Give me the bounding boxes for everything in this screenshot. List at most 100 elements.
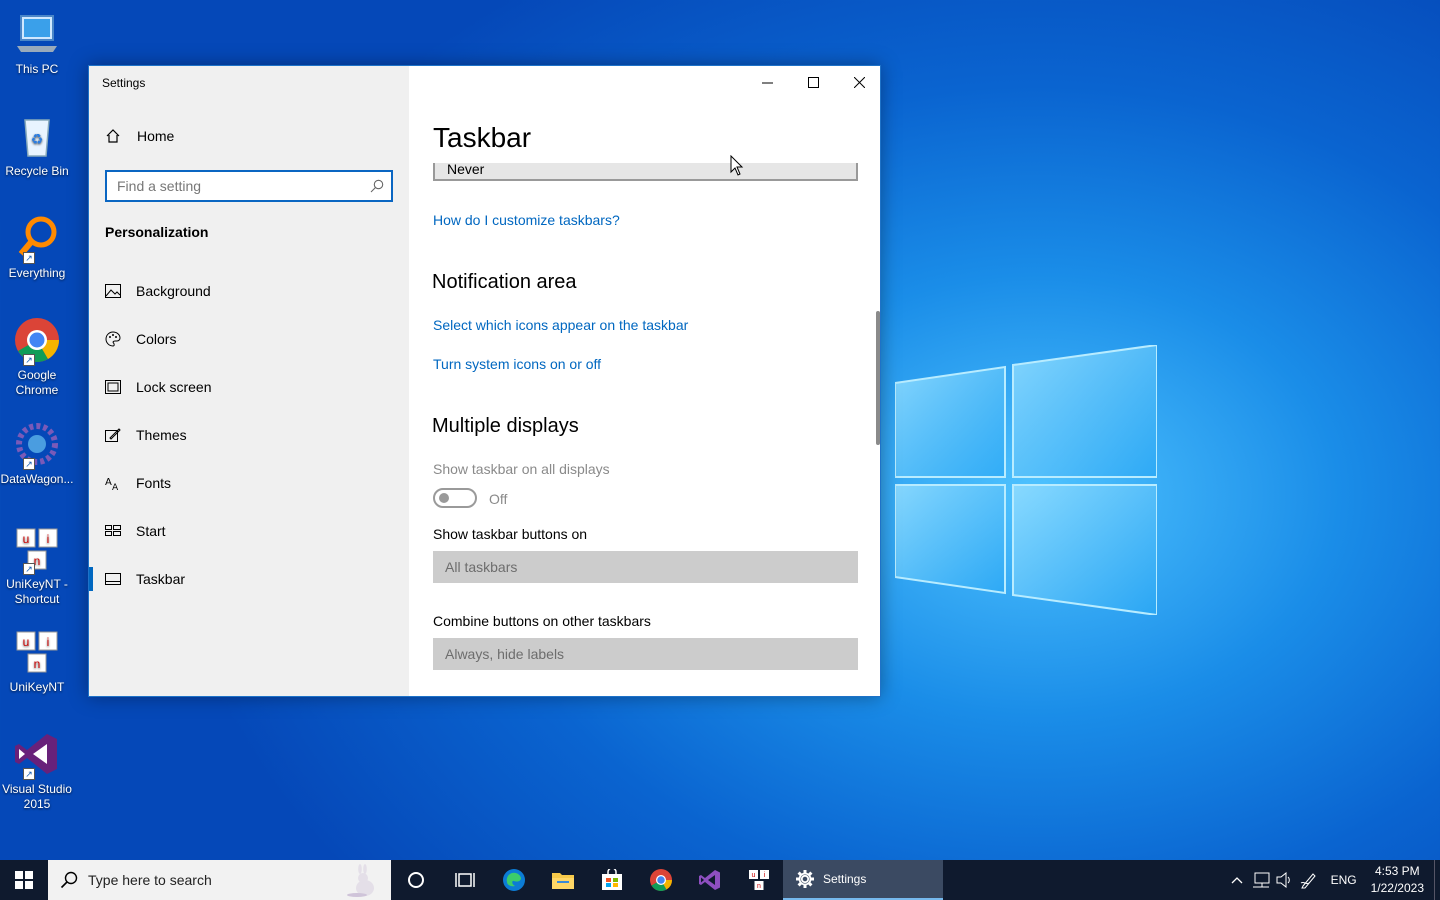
sidebar-item-start[interactable]: Start	[89, 511, 409, 551]
volume-button[interactable]	[1273, 872, 1297, 888]
network-button[interactable]	[1249, 872, 1273, 888]
system-tray: ENG 4:53 PM 1/22/2023	[1225, 860, 1440, 900]
show-buttons-on-label: Show taskbar buttons on	[433, 526, 588, 542]
unikey-icon: uin	[748, 870, 769, 890]
minimize-icon	[761, 82, 773, 83]
taskbar-file-explorer[interactable]	[538, 860, 587, 900]
sidebar-item-fonts[interactable]: AA Fonts	[89, 463, 409, 503]
shortcut-arrow-icon: ↗	[23, 458, 35, 470]
sidebar-item-themes[interactable]: Themes	[89, 415, 409, 455]
settings-sidebar: Settings Home Personalization Background…	[89, 66, 409, 696]
show-buttons-on-dropdown[interactable]: All taskbars	[433, 551, 858, 583]
task-view-button[interactable]	[440, 860, 489, 900]
svg-text:i: i	[47, 532, 50, 546]
taskbar-chrome[interactable]	[636, 860, 685, 900]
chevron-up-icon	[1231, 877, 1243, 884]
folder-icon	[551, 873, 574, 889]
show-hidden-icons-button[interactable]	[1225, 876, 1249, 884]
sidebar-item-lock-screen[interactable]: Lock screen	[89, 367, 409, 407]
desktop-icon-everything[interactable]: ↗ Everything	[0, 214, 74, 281]
desktop-icon-chrome[interactable]: ↗ Google Chrome	[0, 316, 74, 398]
recycle-bin-icon: ♻	[13, 112, 61, 160]
desktop-icon-label: Visual Studio 2015	[2, 782, 72, 811]
desktop-icon-label: UniKeyNT - Shortcut	[6, 577, 68, 606]
customize-taskbars-link[interactable]: How do I customize taskbars?	[433, 212, 620, 228]
show-buttons-on-value: All taskbars	[445, 559, 518, 575]
sidebar-item-colors[interactable]: Colors	[89, 319, 409, 359]
pen-workspace-button[interactable]	[1297, 871, 1321, 889]
speaker-icon	[1276, 872, 1290, 888]
settings-content: Taskbar Never How do I customize taskbar…	[409, 66, 880, 696]
desktop-icon-visual-studio[interactable]: ↗ Visual Studio 2015	[0, 730, 74, 812]
store-icon	[601, 869, 622, 890]
cortana-button[interactable]	[391, 860, 440, 900]
svg-text:n: n	[757, 883, 761, 890]
sidebar-home[interactable]: Home	[105, 128, 174, 144]
sidebar-item-label: Background	[136, 283, 211, 299]
sidebar-item-label: Themes	[136, 427, 187, 443]
windows-start-icon	[15, 871, 33, 889]
taskbar-search-input[interactable]	[88, 872, 328, 888]
clock-date: 1/22/2023	[1370, 881, 1424, 895]
maximize-button[interactable]	[790, 66, 836, 98]
desktop-icon-recycle-bin[interactable]: ♻ Recycle Bin	[0, 112, 74, 179]
find-setting-input[interactable]	[107, 172, 363, 200]
sidebar-item-background[interactable]: Background	[89, 271, 409, 311]
settings-scroll-area[interactable]: Never How do I customize taskbars? Notif…	[409, 163, 880, 696]
taskbar: uin Settings ENG 4:53 PM	[0, 860, 1440, 900]
sidebar-item-label: Start	[136, 523, 166, 539]
svg-text:u: u	[23, 635, 30, 649]
unikey-icon: uin ↗	[13, 525, 61, 575]
page-title: Taskbar	[433, 122, 532, 153]
combine-buttons-label: Combine buttons on other taskbars	[433, 613, 651, 629]
shortcut-arrow-icon: ↗	[23, 252, 35, 264]
combine-buttons-dropdown[interactable]: Always, hide labels	[433, 638, 858, 670]
close-button[interactable]	[836, 66, 880, 98]
sidebar-item-taskbar[interactable]: Taskbar	[89, 559, 409, 599]
desktop-icon-label: DataWagon...	[0, 472, 74, 486]
desktop-icon-label: Everything	[8, 266, 66, 280]
desktop-icon-datawagon[interactable]: ↗ DataWagon...	[0, 420, 74, 487]
find-setting-box[interactable]	[105, 170, 393, 202]
show-desktop-button[interactable]	[1434, 860, 1440, 900]
pen-icon	[1300, 873, 1316, 889]
start-button[interactable]	[0, 860, 48, 900]
chrome-icon: ↗	[13, 316, 61, 366]
system-icons-link[interactable]: Turn system icons on or off	[433, 356, 601, 372]
unikey-icon: uin	[13, 628, 61, 676]
network-icon	[1252, 872, 1270, 888]
show-all-displays-state: Off	[489, 491, 508, 507]
taskbar-visual-studio[interactable]	[685, 860, 734, 900]
taskbar-search[interactable]	[48, 860, 391, 900]
scrollbar-thumb[interactable]	[876, 311, 880, 445]
taskbar-settings-app[interactable]: Settings	[783, 860, 943, 900]
select-icons-link[interactable]: Select which icons appear on the taskbar	[433, 317, 688, 333]
maximize-icon	[807, 76, 819, 88]
fonts-icon: AA	[105, 475, 121, 491]
desktop-icon-this-pc[interactable]: This PC	[0, 10, 74, 77]
svg-text:♻: ♻	[31, 131, 44, 147]
desktop-icon-unikey[interactable]: u in UniKeyNT	[0, 628, 74, 695]
sidebar-home-label: Home	[137, 128, 175, 144]
svg-text:u: u	[23, 532, 30, 546]
picture-icon	[105, 283, 121, 299]
taskbar-unikey[interactable]: uin	[734, 860, 783, 900]
desktop-icon-unikey-shortcut[interactable]: uin ↗ UniKeyNT - Shortcut	[0, 525, 74, 607]
minimize-button[interactable]	[744, 66, 790, 98]
shortcut-arrow-icon: ↗	[23, 768, 35, 780]
cortana-icon	[407, 872, 424, 888]
taskbar-settings-label: Settings	[823, 872, 867, 886]
clock-time: 4:53 PM	[1374, 864, 1420, 878]
show-all-displays-toggle[interactable]	[433, 488, 477, 508]
top-dropdown[interactable]: Never	[433, 163, 858, 181]
mouse-cursor-icon	[730, 155, 744, 176]
gear-icon	[796, 870, 814, 888]
taskbar-edge[interactable]	[489, 860, 538, 900]
sidebar-item-label: Colors	[136, 331, 177, 347]
rabbit-illustration-icon	[345, 864, 385, 900]
language-indicator[interactable]: ENG	[1331, 873, 1357, 887]
taskbar-store[interactable]	[587, 860, 636, 900]
palette-icon	[105, 331, 121, 347]
clock[interactable]: 4:53 PM 1/22/2023	[1371, 863, 1424, 897]
svg-text:n: n	[34, 657, 41, 671]
